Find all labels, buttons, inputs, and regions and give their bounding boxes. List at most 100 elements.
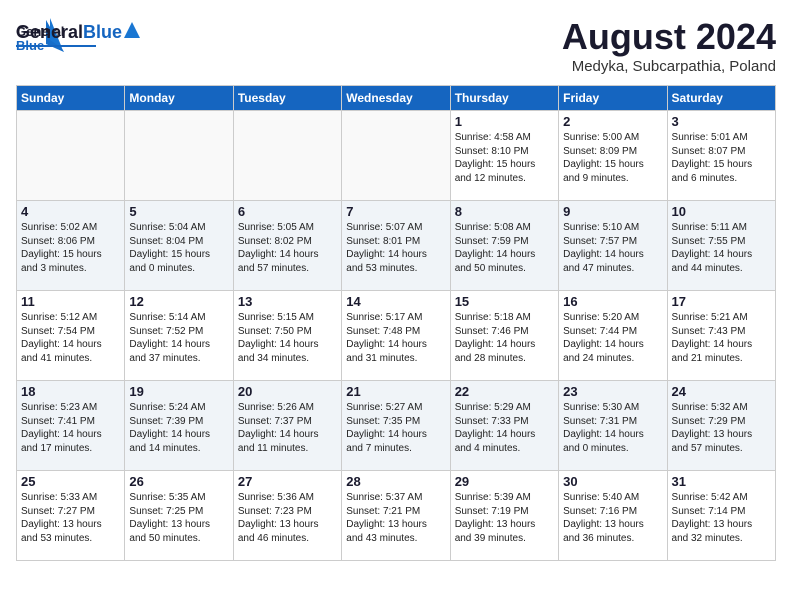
day-info: Sunrise: 5:04 AMSunset: 8:04 PMDaylight:…	[129, 221, 228, 275]
calendar-cell: 29 Sunrise: 5:39 AMSunset: 7:19 PMDayligh…	[450, 471, 558, 561]
calendar-cell: 7 Sunrise: 5:07 AMSunset: 8:01 PMDaylight…	[342, 201, 450, 291]
day-info: Sunrise: 4:58 AMSunset: 8:10 PMDaylight:…	[455, 131, 554, 185]
calendar-cell: 31Sunrise: 5:42 AMSunset: 7:14 PMDayligh…	[667, 471, 775, 561]
day-info: Sunrise: 5:12 AMSunset: 7:54 PMDaylight:…	[21, 311, 120, 365]
day-info: Sunrise: 5:10 AMSunset: 7:57 PMDaylight:…	[563, 221, 662, 275]
calendar-cell: 23 Sunrise: 5:30 AMSunset: 7:31 PMDayligh…	[559, 381, 667, 471]
calendar-cell: 2 Sunrise: 5:00 AMSunset: 8:09 PMDaylight…	[559, 111, 667, 201]
calendar-cell: 9 Sunrise: 5:10 AMSunset: 7:57 PMDaylight…	[559, 201, 667, 291]
day-number: 24	[672, 384, 771, 399]
day-info: Sunrise: 5:01 AMSunset: 8:07 PMDaylight:…	[672, 131, 771, 185]
calendar-cell: 8 Sunrise: 5:08 AMSunset: 7:59 PMDaylight…	[450, 201, 558, 291]
calendar-week-row: 1 Sunrise: 4:58 AMSunset: 8:10 PMDaylight…	[17, 111, 776, 201]
day-info: Sunrise: 5:27 AMSunset: 7:35 PMDaylight:…	[346, 401, 445, 455]
day-number: 18	[21, 384, 120, 399]
day-number: 12	[129, 294, 228, 309]
day-number: 29	[455, 474, 554, 489]
calendar-cell: 25 Sunrise: 5:33 AMSunset: 7:27 PMDayligh…	[17, 471, 125, 561]
day-number: 7	[346, 204, 445, 219]
day-info: Sunrise: 5:17 AMSunset: 7:48 PMDaylight:…	[346, 311, 445, 365]
calendar-cell: 3 Sunrise: 5:01 AMSunset: 8:07 PMDaylight…	[667, 111, 775, 201]
weekday-header-tuesday: Tuesday	[233, 86, 341, 111]
calendar-cell: 26Sunrise: 5:35 AMSunset: 7:25 PMDayligh…	[125, 471, 233, 561]
calendar-cell: 4 Sunrise: 5:02 AMSunset: 8:06 PMDaylight…	[17, 201, 125, 291]
day-info: Sunrise: 5:24 AMSunset: 7:39 PMDaylight:…	[129, 401, 228, 455]
calendar-cell	[233, 111, 341, 201]
day-number: 30	[563, 474, 662, 489]
page-header: General Blue General Blue August 2024 Me…	[16, 16, 776, 75]
day-info: Sunrise: 5:39 AMSunset: 7:19 PMDaylight:…	[455, 491, 554, 545]
calendar-cell	[17, 111, 125, 201]
day-info: Sunrise: 5:11 AMSunset: 7:55 PMDaylight:…	[672, 221, 771, 275]
day-number: 10	[672, 204, 771, 219]
day-number: 15	[455, 294, 554, 309]
calendar-cell: 15Sunrise: 5:18 AMSunset: 7:46 PMDayligh…	[450, 291, 558, 381]
day-number: 14	[346, 294, 445, 309]
day-number: 3	[672, 114, 771, 129]
day-number: 19	[129, 384, 228, 399]
day-number: 17	[672, 294, 771, 309]
calendar-cell	[342, 111, 450, 201]
calendar-cell: 20Sunrise: 5:26 AMSunset: 7:37 PMDayligh…	[233, 381, 341, 471]
logo-triangle-icon	[124, 22, 140, 38]
day-info: Sunrise: 5:32 AMSunset: 7:29 PMDaylight:…	[672, 401, 771, 455]
day-info: Sunrise: 5:07 AMSunset: 8:01 PMDaylight:…	[346, 221, 445, 275]
day-info: Sunrise: 5:37 AMSunset: 7:21 PMDaylight:…	[346, 491, 445, 545]
day-number: 25	[21, 474, 120, 489]
weekday-header-monday: Monday	[125, 86, 233, 111]
weekday-header-friday: Friday	[559, 86, 667, 111]
calendar-week-row: 25 Sunrise: 5:33 AMSunset: 7:27 PMDayligh…	[17, 471, 776, 561]
day-info: Sunrise: 5:23 AMSunset: 7:41 PMDaylight:…	[21, 401, 120, 455]
day-info: Sunrise: 5:14 AMSunset: 7:52 PMDaylight:…	[129, 311, 228, 365]
calendar-cell: 17Sunrise: 5:21 AMSunset: 7:43 PMDayligh…	[667, 291, 775, 381]
day-number: 2	[563, 114, 662, 129]
weekday-header-thursday: Thursday	[450, 86, 558, 111]
day-number: 23	[563, 384, 662, 399]
day-number: 9	[563, 204, 662, 219]
day-info: Sunrise: 5:00 AMSunset: 8:09 PMDaylight:…	[563, 131, 662, 185]
day-info: Sunrise: 5:33 AMSunset: 7:27 PMDaylight:…	[21, 491, 120, 545]
logo-general: General	[16, 22, 83, 43]
logo-blue: Blue	[83, 22, 122, 43]
calendar-cell: 24 Sunrise: 5:32 AMSunset: 7:29 PMDayligh…	[667, 381, 775, 471]
day-info: Sunrise: 5:35 AMSunset: 7:25 PMDaylight:…	[129, 491, 228, 545]
day-number: 22	[455, 384, 554, 399]
day-info: Sunrise: 5:05 AMSunset: 8:02 PMDaylight:…	[238, 221, 337, 275]
day-info: Sunrise: 5:20 AMSunset: 7:44 PMDaylight:…	[563, 311, 662, 365]
weekday-header-wednesday: Wednesday	[342, 86, 450, 111]
title-block: August 2024 Medyka, Subcarpathia, Poland	[562, 16, 776, 75]
day-number: 21	[346, 384, 445, 399]
calendar-cell: 22 Sunrise: 5:29 AMSunset: 7:33 PMDayligh…	[450, 381, 558, 471]
calendar-cell: 18 Sunrise: 5:23 AMSunset: 7:41 PMDayligh…	[17, 381, 125, 471]
day-info: Sunrise: 5:15 AMSunset: 7:50 PMDaylight:…	[238, 311, 337, 365]
day-info: Sunrise: 5:02 AMSunset: 8:06 PMDaylight:…	[21, 221, 120, 275]
weekday-header-row: SundayMondayTuesdayWednesdayThursdayFrid…	[17, 86, 776, 111]
calendar-cell: 30 Sunrise: 5:40 AMSunset: 7:16 PMDayligh…	[559, 471, 667, 561]
weekday-header-sunday: Sunday	[17, 86, 125, 111]
calendar-cell: 14 Sunrise: 5:17 AMSunset: 7:48 PMDayligh…	[342, 291, 450, 381]
day-number: 6	[238, 204, 337, 219]
calendar-cell: 27Sunrise: 5:36 AMSunset: 7:23 PMDayligh…	[233, 471, 341, 561]
calendar-table: SundayMondayTuesdayWednesdayThursdayFrid…	[16, 85, 776, 561]
day-info: Sunrise: 5:40 AMSunset: 7:16 PMDaylight:…	[563, 491, 662, 545]
day-info: Sunrise: 5:30 AMSunset: 7:31 PMDaylight:…	[563, 401, 662, 455]
day-number: 5	[129, 204, 228, 219]
calendar-cell: 1 Sunrise: 4:58 AMSunset: 8:10 PMDaylight…	[450, 111, 558, 201]
logo-underline	[16, 45, 96, 47]
calendar-week-row: 18 Sunrise: 5:23 AMSunset: 7:41 PMDayligh…	[17, 381, 776, 471]
calendar-week-row: 4 Sunrise: 5:02 AMSunset: 8:06 PMDaylight…	[17, 201, 776, 291]
calendar-title: August 2024	[562, 16, 776, 58]
day-number: 1	[455, 114, 554, 129]
day-number: 20	[238, 384, 337, 399]
calendar-cell: 11 Sunrise: 5:12 AMSunset: 7:54 PMDayligh…	[17, 291, 125, 381]
calendar-cell: 21 Sunrise: 5:27 AMSunset: 7:35 PMDayligh…	[342, 381, 450, 471]
calendar-cell: 10 Sunrise: 5:11 AMSunset: 7:55 PMDayligh…	[667, 201, 775, 291]
day-info: Sunrise: 5:42 AMSunset: 7:14 PMDaylight:…	[672, 491, 771, 545]
day-number: 11	[21, 294, 120, 309]
day-number: 8	[455, 204, 554, 219]
calendar-cell: 6 Sunrise: 5:05 AMSunset: 8:02 PMDaylight…	[233, 201, 341, 291]
day-number: 4	[21, 204, 120, 219]
day-info: Sunrise: 5:08 AMSunset: 7:59 PMDaylight:…	[455, 221, 554, 275]
day-info: Sunrise: 5:29 AMSunset: 7:33 PMDaylight:…	[455, 401, 554, 455]
day-number: 27	[238, 474, 337, 489]
